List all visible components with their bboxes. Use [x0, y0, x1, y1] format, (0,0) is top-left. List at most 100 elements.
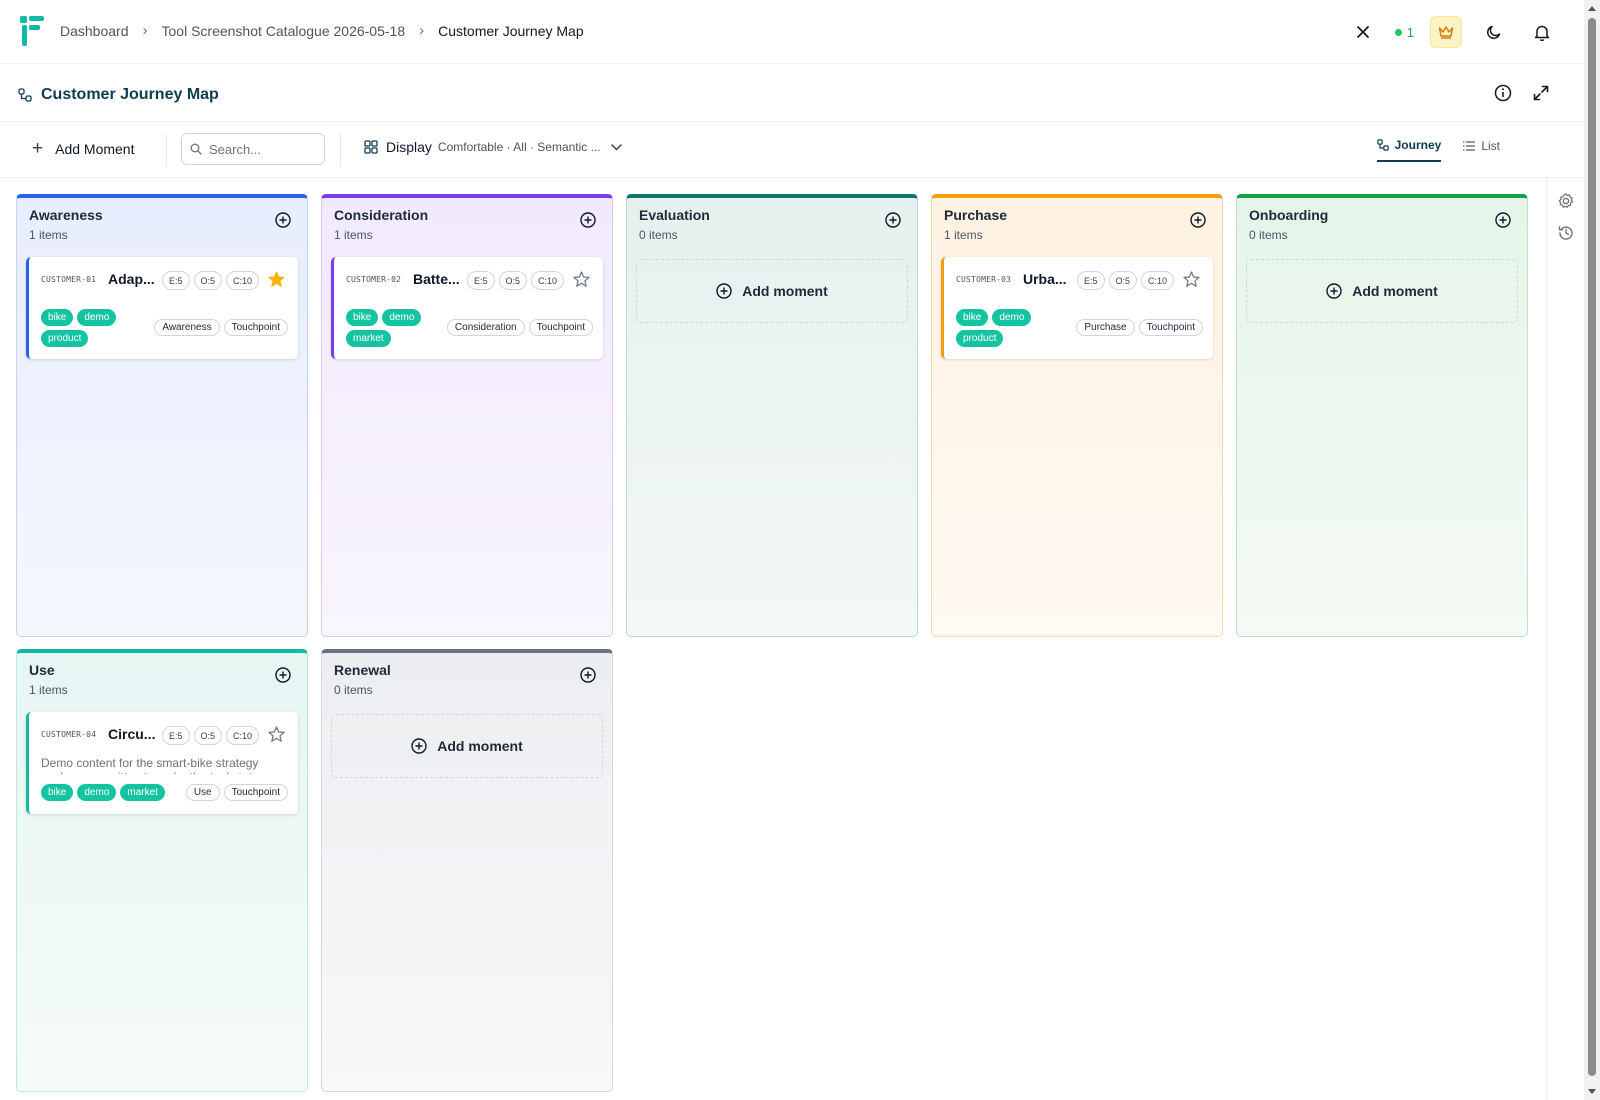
type-chip: Touchpoint: [223, 784, 288, 801]
score-pills: E:5 O:5 C:10: [162, 271, 260, 290]
chip-list: Consideration Touchpoint: [446, 319, 593, 336]
search-box[interactable]: [181, 133, 325, 165]
journey-icon: [18, 88, 32, 102]
tab-list-label: List: [1481, 139, 1500, 153]
history-icon[interactable]: [1557, 224, 1575, 242]
close-icon[interactable]: [1347, 16, 1379, 48]
display-dropdown[interactable]: Display Comfortable · All · Semantic ...: [364, 139, 622, 155]
stage-count: 1 items: [944, 228, 983, 242]
view-switcher: Journey List: [1376, 138, 1500, 162]
add-moment-dropzone[interactable]: Add moment: [331, 714, 603, 778]
score-confidence: C:10: [1141, 271, 1175, 290]
score-effort: E:5: [467, 271, 495, 290]
display-value: Comfortable · All · Semantic ...: [437, 140, 601, 154]
star-outline-icon[interactable]: [268, 726, 285, 743]
top-actions: 1: [1331, 16, 1558, 48]
star-outline-icon[interactable]: [573, 271, 590, 288]
moment-card[interactable]: CUSTOMER-01 Adap... E:5 O:5 C:10 bike de…: [26, 257, 298, 359]
chip-list: Purchase Touchpoint: [1076, 319, 1203, 336]
crown-icon[interactable]: [1430, 16, 1462, 48]
card-description: Demo content for the smart-bike strategy…: [41, 756, 259, 774]
type-chip: Touchpoint: [1138, 319, 1203, 336]
tag[interactable]: demo: [77, 309, 117, 326]
chevron-right-icon: ›: [142, 22, 148, 39]
card-title: Circu...: [108, 726, 156, 742]
tag[interactable]: bike: [956, 309, 989, 326]
type-chip: Touchpoint: [223, 319, 288, 336]
expand-icon[interactable]: [1532, 84, 1550, 102]
tag[interactable]: product: [41, 330, 89, 347]
tag[interactable]: demo: [382, 309, 422, 326]
stage-name: Onboarding: [1249, 207, 1329, 223]
stage-chip: Awareness: [154, 319, 220, 336]
title-actions: [1494, 84, 1550, 102]
stage-column-renewal: Renewal 0 items Add moment: [321, 649, 613, 1092]
add-circle-icon: [411, 738, 427, 754]
stage-count: 1 items: [29, 228, 68, 242]
add-moment-dropzone[interactable]: Add moment: [636, 259, 908, 323]
search-icon: [190, 143, 202, 155]
stage-name: Awareness: [29, 207, 103, 223]
add-circle-icon[interactable]: [1495, 212, 1511, 228]
journey-icon: [1376, 139, 1389, 151]
chip-list: Use Touchpoint: [185, 784, 288, 801]
scroll-up-arrow[interactable]: [1588, 6, 1596, 11]
add-moment-text: Add moment: [1352, 283, 1438, 299]
stage-name: Use: [29, 662, 55, 678]
card-id: CUSTOMER-02: [346, 275, 402, 284]
tag[interactable]: bike: [41, 309, 74, 326]
page-title-text: Customer Journey Map: [41, 86, 219, 103]
page-scrollbar[interactable]: [1584, 0, 1600, 1100]
app-logo[interactable]: [20, 16, 44, 46]
toolbar-divider: [340, 134, 341, 166]
tag[interactable]: demo: [77, 784, 117, 801]
moon-icon[interactable]: [1478, 16, 1510, 48]
online-indicator[interactable]: 1: [1394, 25, 1414, 40]
add-circle-icon[interactable]: [1190, 212, 1206, 228]
moment-card[interactable]: CUSTOMER-04 Circu... E:5 O:5 C:10 Demo c…: [26, 712, 298, 814]
add-circle-icon[interactable]: [275, 212, 291, 228]
add-moment-dropzone[interactable]: Add moment: [1246, 259, 1518, 323]
score-effort: E:5: [1077, 271, 1105, 290]
scroll-down-arrow[interactable]: [1588, 1089, 1596, 1094]
tag-list: bike demo product: [956, 309, 1068, 347]
bell-icon[interactable]: [1526, 16, 1558, 48]
add-circle-icon[interactable]: [885, 212, 901, 228]
breadcrumb-catalogue[interactable]: Tool Screenshot Catalogue 2026-05-18: [162, 23, 406, 39]
stage-name: Consideration: [334, 207, 429, 223]
stage-name: Renewal: [334, 662, 391, 678]
card-id: CUSTOMER-01: [41, 275, 97, 284]
info-icon[interactable]: [1494, 84, 1512, 102]
stage-header: Onboarding 0 items: [1237, 198, 1527, 246]
tab-list[interactable]: List: [1463, 138, 1500, 162]
breadcrumb: Dashboard › Tool Screenshot Catalogue 20…: [60, 22, 584, 39]
tag[interactable]: product: [956, 330, 1004, 347]
star-filled-icon[interactable]: [268, 271, 285, 288]
scrollbar-thumb[interactable]: [1588, 18, 1596, 1076]
star-outline-icon[interactable]: [1183, 271, 1200, 288]
moment-card[interactable]: CUSTOMER-02 Batte... E:5 O:5 C:10 bike d…: [331, 257, 603, 359]
score-pills: E:5 O:5 C:10: [467, 271, 565, 290]
search-input[interactable]: [209, 141, 319, 157]
plus-icon: +: [32, 138, 44, 159]
breadcrumb-current: Customer Journey Map: [438, 22, 584, 39]
score-opportunity: O:5: [193, 726, 223, 745]
tag[interactable]: market: [120, 784, 165, 801]
stage-chip: Consideration: [446, 319, 525, 336]
add-circle-icon[interactable]: [275, 667, 291, 683]
tag[interactable]: bike: [346, 309, 379, 326]
tag[interactable]: demo: [992, 309, 1032, 326]
settings-icon[interactable]: [1557, 192, 1575, 210]
tag[interactable]: market: [346, 330, 391, 347]
display-label: Display: [386, 139, 432, 155]
add-circle-icon[interactable]: [580, 212, 596, 228]
add-circle-icon[interactable]: [580, 667, 596, 683]
page-header: Customer Journey Map: [0, 64, 1584, 122]
add-moment-button[interactable]: + Add Moment: [32, 139, 134, 158]
moment-card[interactable]: CUSTOMER-03 Urba... E:5 O:5 C:10 bike de…: [941, 257, 1213, 359]
tab-journey[interactable]: Journey: [1376, 138, 1442, 162]
page-title: Customer Journey Map: [18, 86, 219, 104]
breadcrumb-dashboard[interactable]: Dashboard: [60, 23, 129, 39]
tag[interactable]: bike: [41, 784, 74, 801]
top-bar: Dashboard › Tool Screenshot Catalogue 20…: [0, 0, 1584, 64]
